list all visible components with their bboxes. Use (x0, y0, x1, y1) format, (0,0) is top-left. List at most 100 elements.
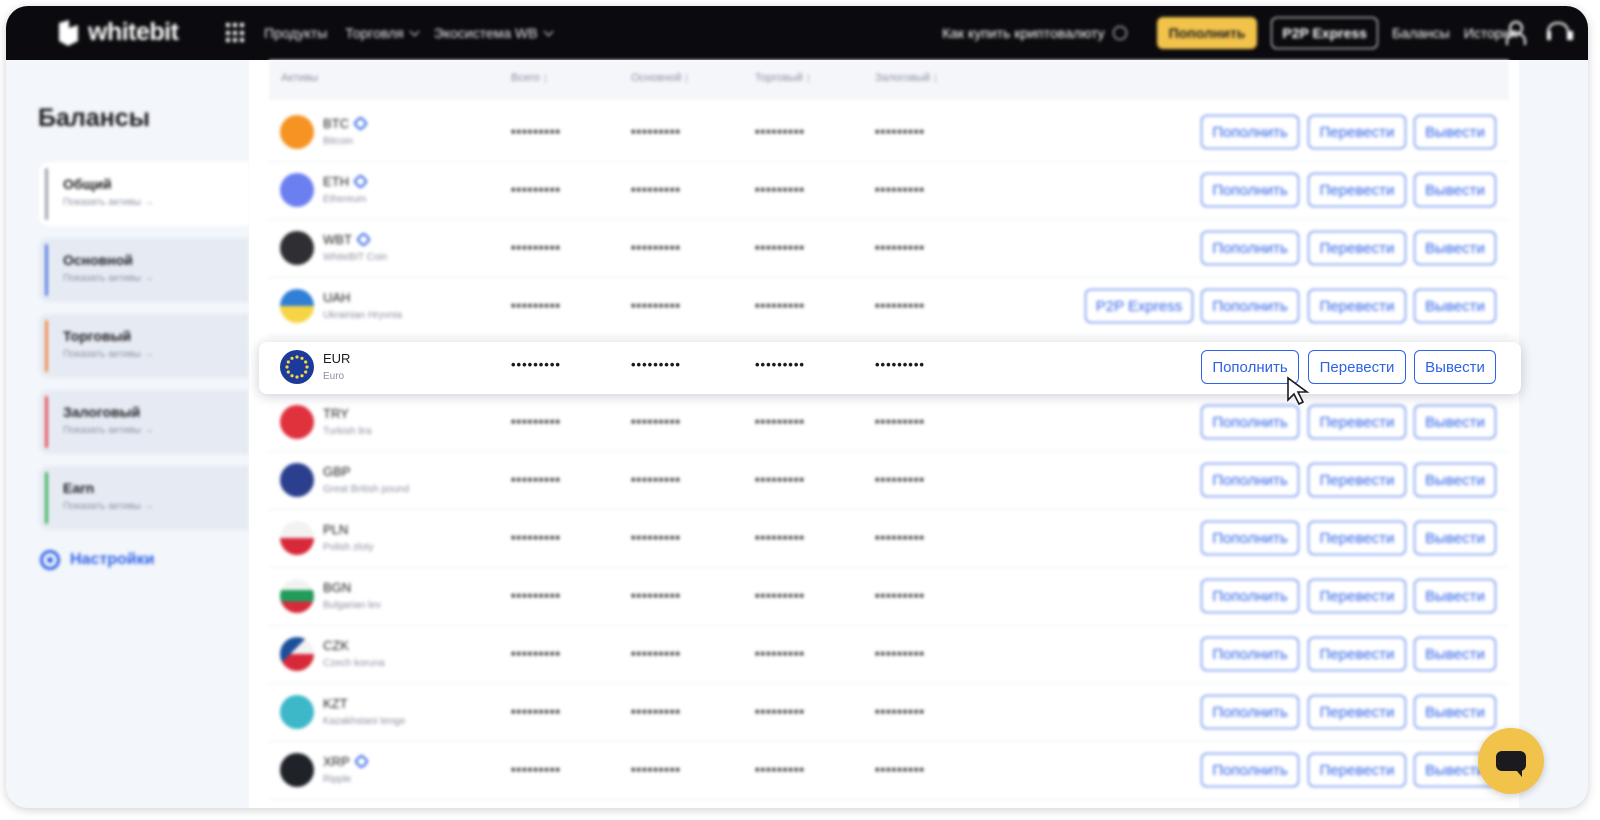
user-icon[interactable] (1504, 20, 1526, 45)
transfer-button[interactable]: Перевести (1308, 753, 1406, 787)
hidden-balance: ••••••••• (511, 588, 561, 603)
asset-ticker[interactable]: CZK (323, 638, 349, 653)
table-row: TRY Turkish lira ••••••••• ••••••••• •••••••… (269, 394, 1509, 452)
column-assets[interactable]: Активы (281, 72, 318, 84)
transfer-button[interactable]: Перевести (1308, 521, 1406, 555)
logo-text: whitebit (88, 18, 179, 46)
show-assets-link[interactable]: Показать активы → (63, 425, 249, 436)
deposit-button[interactable]: Пополнить (1201, 753, 1299, 787)
header-deposit-button[interactable]: Пополнить (1156, 17, 1258, 49)
p2p-express-button[interactable]: P2P Express (1085, 289, 1193, 323)
asset-name: Polish zloty (323, 542, 374, 553)
deposit-button[interactable]: Пополнить (1201, 289, 1299, 323)
sort-icon (935, 73, 940, 83)
hidden-balance: ••••••••• (631, 762, 681, 777)
asset-name: Great British pound (323, 484, 410, 495)
asset-ticker[interactable]: GBP (323, 464, 350, 479)
deposit-button[interactable]: Пополнить (1201, 115, 1299, 149)
transfer-button[interactable]: Перевести (1308, 579, 1406, 613)
withdraw-button[interactable]: Вывести (1414, 695, 1496, 729)
table-row: PLN Polish zloty ••••••••• ••••••••• •••••••… (269, 510, 1509, 568)
column-trading[interactable]: Торговый (755, 72, 813, 84)
transfer-button[interactable]: Перевести (1308, 637, 1406, 671)
chat-button[interactable] (1478, 728, 1544, 794)
nav-trading[interactable]: Торговля (345, 25, 420, 41)
sidebar-item-accent (45, 168, 48, 220)
transfer-button[interactable]: Перевести (1308, 289, 1406, 323)
sidebar-item-3[interactable]: Залоговый Показать активы → (39, 390, 249, 454)
deposit-button[interactable]: Пополнить (1201, 695, 1299, 729)
nav-ecosystem[interactable]: Экосистема WB (434, 25, 554, 41)
table-row: KZT Kazakhstani tenge ••••••••• ••••••••• ••… (269, 684, 1509, 742)
asset-ticker[interactable]: KZT (323, 696, 348, 711)
transfer-button[interactable]: Перевести (1308, 463, 1406, 497)
withdraw-button[interactable]: Вывести (1414, 463, 1496, 497)
deposit-button[interactable]: Пополнить (1201, 579, 1299, 613)
show-assets-link[interactable]: Показать активы → (63, 273, 249, 284)
asset-ticker[interactable]: XRP (323, 753, 370, 770)
withdraw-button[interactable]: Вывести (1414, 637, 1496, 671)
deposit-button[interactable]: Пополнить (1201, 350, 1299, 384)
transfer-button[interactable]: Перевести (1308, 695, 1406, 729)
nav-balances[interactable]: Балансы (1392, 25, 1450, 41)
hidden-balance: ••••••••• (755, 414, 805, 429)
link-icon[interactable] (352, 173, 369, 190)
settings-link[interactable]: Настройки (40, 550, 154, 570)
deposit-button[interactable]: Пополнить (1201, 521, 1299, 555)
deposit-button[interactable]: Пополнить (1201, 637, 1299, 671)
withdraw-button[interactable]: Вывести (1414, 173, 1496, 207)
app-window: whitebit Продукты Торговля Экосистема WB… (6, 6, 1588, 808)
asset-name: Turkish lira (323, 426, 372, 437)
transfer-button[interactable]: Перевести (1308, 350, 1406, 384)
show-assets-link[interactable]: Показать активы → (63, 349, 249, 360)
link-icon[interactable] (352, 115, 369, 132)
asset-ticker[interactable]: EUR (323, 351, 350, 366)
column-collateral[interactable]: Залоговый (875, 72, 940, 84)
link-icon[interactable] (355, 231, 372, 248)
mouse-cursor-icon (1287, 376, 1310, 406)
show-assets-link[interactable]: Показать активы → (63, 197, 249, 208)
link-icon[interactable] (353, 753, 370, 770)
asset-ticker[interactable]: TRY (323, 406, 349, 421)
transfer-button[interactable]: Перевести (1308, 231, 1406, 265)
asset-ticker[interactable]: PLN (323, 522, 348, 537)
sidebar-item-2[interactable]: Торговый Показать активы → (39, 314, 249, 378)
withdraw-button[interactable]: Вывести (1414, 579, 1496, 613)
column-main[interactable]: Основной (631, 72, 691, 84)
how-to-buy-link[interactable]: Как купить криптовалюту (942, 25, 1127, 41)
transfer-button[interactable]: Перевести (1308, 405, 1406, 439)
asset-ticker[interactable]: WBT (323, 231, 372, 248)
hidden-balance: ••••••••• (875, 182, 925, 197)
withdraw-button[interactable]: Вывести (1414, 350, 1496, 384)
sidebar-item-4[interactable]: Earn Показать активы → (39, 466, 249, 530)
table-row: BTC Bitcoin ••••••••• ••••••••• ••••••••• •••… (269, 104, 1509, 162)
asset-ticker[interactable]: ETH (323, 173, 369, 190)
deposit-button[interactable]: Пополнить (1201, 173, 1299, 207)
withdraw-button[interactable]: Вывести (1414, 521, 1496, 555)
support-headset-icon[interactable] (1546, 20, 1573, 44)
show-assets-link[interactable]: Показать активы → (63, 501, 249, 512)
transfer-button[interactable]: Перевести (1308, 173, 1406, 207)
deposit-button[interactable]: Пополнить (1201, 231, 1299, 265)
deposit-button[interactable]: Пополнить (1201, 463, 1299, 497)
asset-ticker[interactable]: BGN (323, 580, 351, 595)
transfer-button[interactable]: Перевести (1308, 115, 1406, 149)
header-p2p-button[interactable]: P2P Express (1271, 17, 1378, 49)
withdraw-button[interactable]: Вывести (1414, 289, 1496, 323)
apps-grid-icon[interactable] (226, 23, 246, 43)
withdraw-button[interactable]: Вывести (1414, 231, 1496, 265)
nav-products[interactable]: Продукты (264, 25, 327, 41)
czk-coin-icon (280, 637, 314, 671)
column-total[interactable]: Всего (511, 72, 550, 84)
logo[interactable]: whitebit (56, 18, 179, 47)
hidden-balance: ••••••••• (631, 414, 681, 429)
sidebar-item-1[interactable]: Основной Показать активы → (39, 238, 249, 302)
asset-ticker[interactable]: BTC (323, 115, 369, 132)
asset-ticker[interactable]: UAH (323, 290, 350, 305)
header-icons (1504, 20, 1573, 45)
sidebar-item-0[interactable]: Общий Показать активы → (39, 162, 249, 226)
withdraw-button[interactable]: Вывести (1414, 405, 1496, 439)
withdraw-button[interactable]: Вывести (1414, 115, 1496, 149)
chevron-down-icon (409, 25, 420, 36)
deposit-button[interactable]: Пополнить (1201, 405, 1299, 439)
